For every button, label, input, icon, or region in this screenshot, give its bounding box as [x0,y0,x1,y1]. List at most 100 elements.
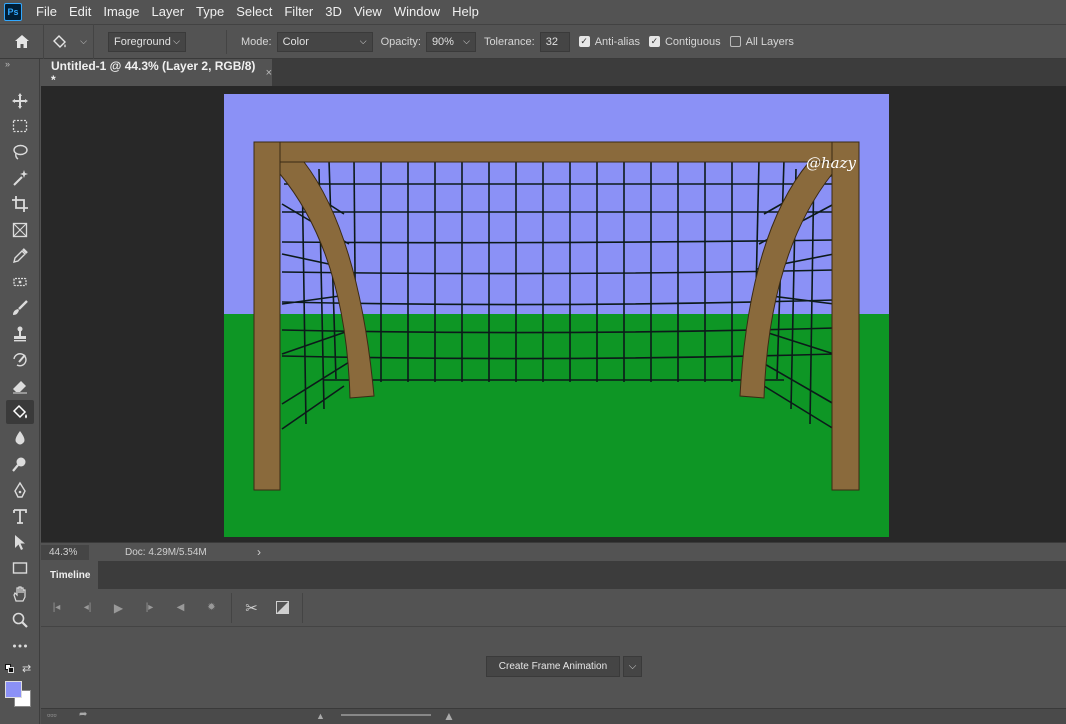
mode-select[interactable]: Color ⌵ [276,31,373,52]
opacity-input[interactable]: 90% ⌵ [425,31,476,52]
tolerance-label: Tolerance: [483,35,535,48]
all-layers-label: All Layers [745,35,794,48]
bandage-icon [13,277,27,287]
menu-type[interactable]: Type [190,0,230,24]
magic-wand-tool[interactable] [6,166,34,190]
brush-tool[interactable] [6,296,34,320]
menu-file[interactable]: File [30,0,63,24]
divider [231,592,232,623]
chevron-down-icon: ⌵ [359,36,367,46]
status-menu-chevron-icon[interactable]: › [257,545,261,559]
antialias-label: Anti-alias [594,35,640,48]
timeline-mode-dropdown[interactable]: ⌵ [623,656,642,677]
hand-tool[interactable] [6,582,34,606]
paint-bucket-icon [53,34,67,48]
chevron-down-icon: ⌵ [173,36,180,46]
all-layers-checkbox[interactable] [729,36,741,47]
timeline-zoom-slider[interactable] [341,714,431,716]
document-canvas[interactable]: @hazy [224,94,889,537]
close-icon[interactable]: × [266,67,272,79]
clone-stamp-tool[interactable] [6,322,34,346]
step-back-icon: ◂| [83,602,92,613]
canvas-signature: @hazy [806,154,857,172]
frames-icon[interactable]: ▫▫▫ [47,710,57,720]
antialias-checkbox[interactable]: ✓ [578,36,590,47]
blur-tool[interactable] [6,426,34,450]
contiguous-checkbox[interactable]: ✓ [648,36,660,47]
next-frame-button[interactable]: |▸ [134,598,165,618]
eyedropper-tool[interactable] [6,244,34,268]
rectangle-icon [12,562,28,574]
menu-view[interactable]: View [348,0,388,24]
menu-layer[interactable]: Layer [146,0,191,24]
collapse-panel-icon[interactable]: » [5,59,10,69]
path-selection-tool[interactable] [6,530,34,554]
grass-fill [224,314,889,537]
play-button[interactable]: ▶ [103,598,134,618]
transition-icon [276,601,289,614]
transition-button[interactable] [267,598,298,618]
zoom-tool[interactable] [6,608,34,632]
default-colors-icon[interactable] [5,664,15,674]
options-bar: ⌵ Foreground ⌵ Mode: Color ⌵ Opacity: 90… [0,24,1066,59]
audio-button[interactable]: ◀ [165,598,196,618]
chevron-down-icon: ⌵ [80,36,87,46]
convert-icon[interactable]: ➦ [79,709,87,720]
pen-tool[interactable] [6,478,34,502]
history-brush-tool[interactable] [6,348,34,372]
chevron-down-icon: ⌵ [463,36,470,46]
first-frame-button[interactable]: |◂ [41,598,72,618]
frame-tool[interactable] [6,218,34,242]
previous-frame-button[interactable]: ◂| [72,598,103,618]
create-frame-animation-button[interactable]: Create Frame Animation [486,656,620,677]
tolerance-input[interactable]: 32 [539,31,570,52]
status-bar: 44.3% Doc: 4.29M/5.54M › [41,542,1066,561]
chevron-down-icon: ⌵ [628,661,637,672]
marquee-tool[interactable] [6,114,34,138]
home-button[interactable] [0,24,44,59]
zoom-out-icon[interactable]: ▲ [316,711,325,721]
swap-colors-icon[interactable]: ⇄ [22,662,31,675]
rectangle-tool[interactable] [6,556,34,580]
dodge-tool[interactable] [6,452,34,476]
divider [226,29,227,54]
timeline-tab[interactable]: Timeline [41,561,98,589]
opacity-label: Opacity: [380,35,421,48]
type-tool[interactable] [6,504,34,528]
crop-tool[interactable] [6,192,34,216]
zoom-in-icon[interactable]: ▲ [443,709,455,723]
menu-help[interactable]: Help [446,0,485,24]
fill-source-select[interactable]: Foreground ⌵ [108,31,186,52]
eraser-tool[interactable] [6,374,34,398]
brush-icon [13,300,28,315]
lasso-tool[interactable] [6,140,34,164]
right-post [831,141,860,491]
menu-edit[interactable]: Edit [63,0,97,24]
edit-toolbar-button[interactable] [6,634,34,658]
settings-button[interactable]: ✹ [196,598,227,618]
timeline-footer: ▫▫▫ ➦ ▲ ▲ [41,708,1066,724]
menu-window[interactable]: Window [388,0,446,24]
zoom-level-field[interactable]: 44.3% [41,544,89,560]
crop-icon [12,196,28,212]
document-tab-title: Untitled-1 @ 44.3% (Layer 2, RGB/8) * [51,58,256,87]
menu-select[interactable]: Select [230,0,278,24]
menu-image[interactable]: Image [97,0,145,24]
foreground-color-swatch[interactable] [5,681,22,698]
document-tab[interactable]: Untitled-1 @ 44.3% (Layer 2, RGB/8) * × [41,58,272,87]
paint-bucket-tool[interactable] [6,400,34,424]
canvas-workspace[interactable]: @hazy [41,86,1066,542]
split-button[interactable]: ✂ [236,598,267,618]
left-post [253,141,281,491]
frame-icon [12,222,28,238]
dodge-icon [12,457,26,472]
menu-filter[interactable]: Filter [278,0,319,24]
speaker-icon: ◀ [176,602,185,613]
menu-3d[interactable]: 3D [319,0,348,24]
eraser-icon [13,381,27,394]
tool-preset-picker[interactable]: ⌵ [44,24,94,59]
history-brush-icon [13,353,27,367]
move-tool[interactable] [6,89,34,113]
healing-brush-tool[interactable] [6,270,34,294]
hand-icon [13,586,26,602]
